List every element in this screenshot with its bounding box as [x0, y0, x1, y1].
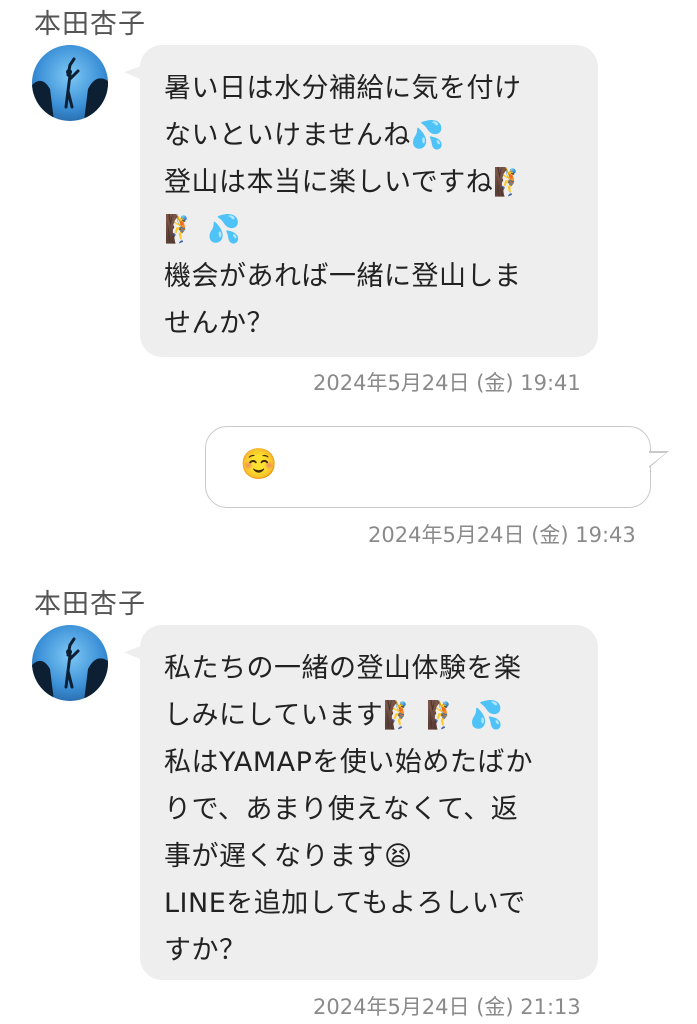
avatar[interactable] [32, 625, 108, 701]
avatar[interactable] [32, 45, 108, 121]
sender-name: 本田杏子 [34, 9, 146, 40]
message-bubble[interactable]: ☺️ [205, 426, 669, 508]
message-timestamp: 2024年5月24日 (金) 19:43 [368, 523, 636, 547]
message-line: せんか？ [164, 308, 274, 339]
climber-silhouette-icon [32, 637, 108, 701]
message-line: すか？ [164, 935, 247, 966]
message-line: 私はYAMAPを使い始めたばか [164, 747, 533, 778]
message-line: しみにしています🧗 🧗 💦 [164, 700, 504, 731]
message-line: 登山は本当に楽しいですね🧗 [164, 167, 528, 198]
message-line: 事が遅くなります😫 [164, 841, 413, 872]
message-timestamp: 2024年5月24日 (金) 21:13 [313, 995, 581, 1019]
message-line: 機会があれば一緒に登山しま [164, 261, 522, 292]
message-line: ないといけませんね💦 [164, 120, 445, 151]
message-line: 🧗 💦 [164, 214, 242, 245]
bubble-tail [124, 65, 142, 87]
bubble-tail [648, 453, 666, 467]
message-line: LINEを追加してもよろしいで [164, 888, 526, 919]
message-bubble[interactable]: 暑い日は水分補給に気を付け ないといけませんね💦 登山は本当に楽しいですね🧗 🧗… [124, 45, 598, 357]
message-line: ☺️ [240, 447, 278, 482]
message-bubble[interactable]: 私たちの一緒の登山体験を楽 しみにしています🧗 🧗 💦 私はYAMAPを使い始め… [124, 625, 598, 980]
message-line: りで、あまり使えなくて、返 [164, 794, 519, 825]
climber-silhouette-icon [32, 57, 108, 121]
sender-name: 本田杏子 [34, 589, 146, 620]
message-line: 暑い日は水分補給に気を付け [164, 73, 522, 104]
message-line: 私たちの一緒の登山体験を楽 [164, 653, 522, 684]
message-timestamp: 2024年5月24日 (金) 19:41 [313, 371, 581, 395]
bubble-tail [124, 645, 142, 667]
